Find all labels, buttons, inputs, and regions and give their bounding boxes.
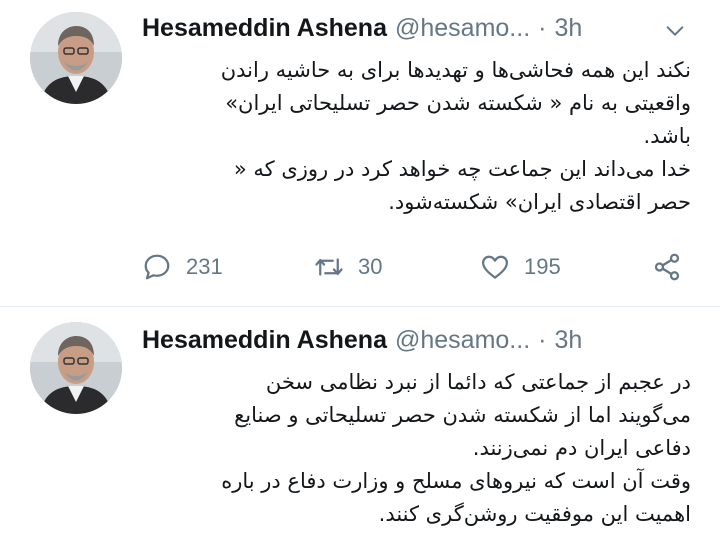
reply-icon bbox=[144, 254, 170, 280]
tweet-header: Hesameddin Ashena @hesamo... · 3h bbox=[142, 12, 690, 44]
retweet-count: 30 bbox=[358, 254, 383, 279]
tweet-text-line: باشد. bbox=[643, 124, 691, 148]
author-handle[interactable]: @hesamo... bbox=[395, 326, 530, 355]
tweet-text-line: اهمیت این موفقیت روشن‌گری کنند. bbox=[378, 502, 691, 526]
retweet-button[interactable]: 30 bbox=[314, 247, 382, 287]
tweet-text-line: حصر اقتصادی ایران» شکسته‌شود. bbox=[388, 190, 691, 214]
timestamp[interactable]: 3h bbox=[554, 14, 582, 43]
reply-count: 231 bbox=[186, 254, 223, 279]
share-button[interactable] bbox=[652, 247, 682, 287]
tweet-header: Hesameddin Ashena @hesamo... · 3h bbox=[142, 324, 690, 356]
author-name[interactable]: Hesameddin Ashena bbox=[142, 14, 387, 43]
tweet[interactable]: Hesameddin Ashena @hesamo... · 3h نکند ا… bbox=[0, 0, 720, 307]
avatar[interactable] bbox=[30, 12, 122, 104]
tweet-text-line: نکند این همه فحاشی‌ها و تهدیدها برای به … bbox=[220, 58, 691, 82]
tweet-text-line: وقت آن است که نیروهای مسلح و وزارت دفاع … bbox=[221, 469, 691, 493]
like-icon bbox=[482, 255, 508, 279]
avatar[interactable] bbox=[30, 322, 122, 414]
chevron-down-icon[interactable] bbox=[664, 20, 686, 42]
tweet-text-line: واقعیتی به نام « شکسته شدن حصر تسلیحاتی … bbox=[225, 91, 691, 115]
tweet-text-line: خدا می‌داند این جماعت چه خواهد کرد در رو… bbox=[233, 157, 691, 181]
tweet-actions: 231 30 195 bbox=[142, 247, 692, 287]
author-name[interactable]: Hesameddin Ashena bbox=[142, 326, 387, 355]
timestamp[interactable]: 3h bbox=[554, 326, 582, 355]
tweet-text-line: در عجبم از جماعتی که دائما از نبرد نظامی… bbox=[265, 370, 691, 394]
avatar-image bbox=[30, 322, 122, 414]
separator-dot: · bbox=[538, 13, 547, 42]
avatar-image bbox=[30, 12, 122, 104]
tweet[interactable]: Hesameddin Ashena @hesamo... · 3h در عجب… bbox=[0, 307, 720, 554]
like-button[interactable]: 195 bbox=[480, 247, 561, 287]
retweet-icon bbox=[315, 258, 343, 276]
tweet-text: در عجبم از جماعتی که دائما از نبرد نظامی… bbox=[142, 366, 691, 531]
tweet-text-line: دفاعی ایران دم نمی‌زنند. bbox=[472, 436, 691, 460]
tweet-text: نکند این همه فحاشی‌ها و تهدیدها برای به … bbox=[142, 54, 691, 219]
author-handle[interactable]: @hesamo... bbox=[395, 14, 530, 43]
separator-dot: · bbox=[538, 325, 547, 354]
share-icon bbox=[654, 253, 680, 281]
tweet-text-line: می‌گویند اما از شکسته شدن حصر تسلیحاتی و… bbox=[234, 403, 691, 427]
like-count: 195 bbox=[524, 254, 561, 279]
reply-button[interactable]: 231 bbox=[142, 247, 223, 287]
